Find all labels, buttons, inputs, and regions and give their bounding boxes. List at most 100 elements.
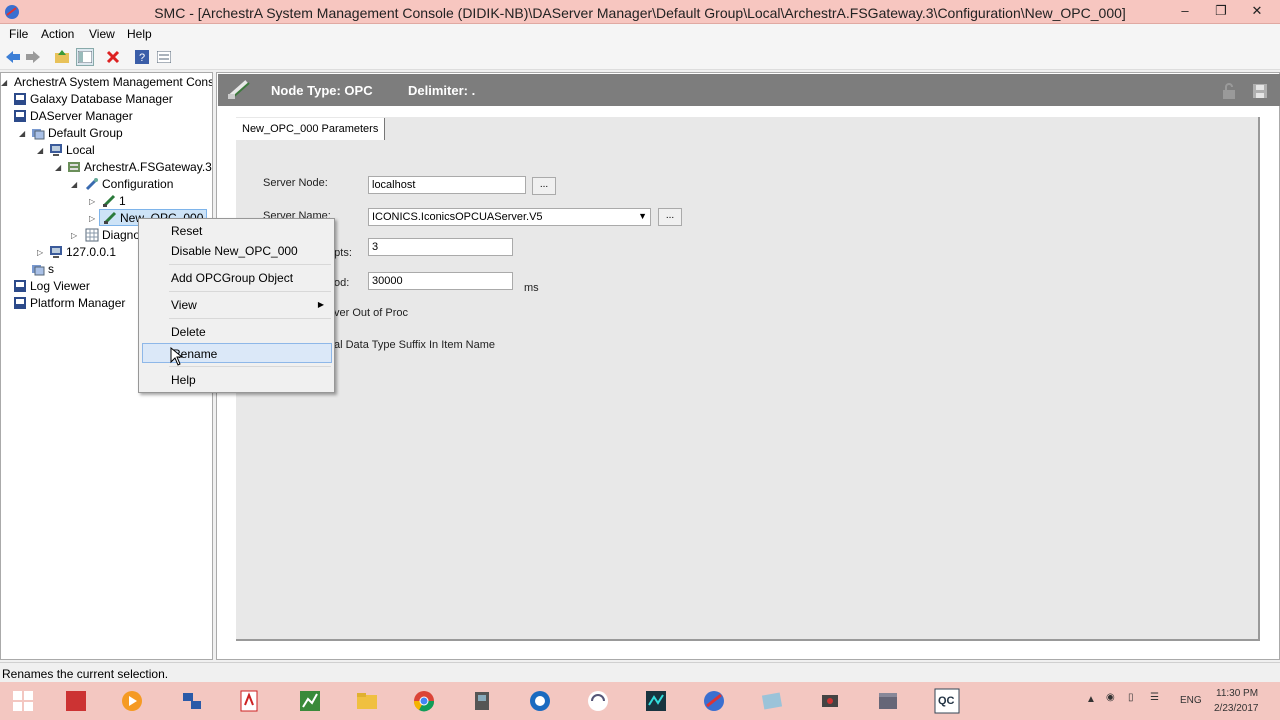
tree-item-configuration[interactable]: Configuration [85,176,173,193]
node-icon [103,211,117,225]
console-icon [13,109,27,123]
collapse-arrow-icon[interactable]: ◢ [55,159,61,176]
server-name-browse-button[interactable]: ... [658,208,682,226]
media-player-icon[interactable] [117,686,147,716]
server-name-dropdown[interactable]: ICONICS.IconicsOPCUAServer.V5 ▼ [368,208,651,226]
lock-icon[interactable] [1221,83,1239,99]
taskbar: QC ▲ ◉ ▯ ☰ ENG 11:30 PM 2/23/2017 [0,682,1280,720]
submenu-arrow-icon: ▶ [317,300,324,309]
back-arrow-icon[interactable] [4,48,22,66]
tree-item-ip-node[interactable]: 127.0.0.1 [49,244,116,261]
show-tree-icon[interactable] [76,48,94,66]
device-app-icon[interactable] [467,686,497,716]
tree-item-log-viewer[interactable]: Log Viewer [13,278,90,295]
tree-item-fsgateway[interactable]: ArchestrA.FSGateway.3 [67,159,212,176]
pdf-icon[interactable] [234,686,264,716]
tree-item-root[interactable]: ◢ ArchestrA System Management Console [1,74,212,91]
qc-app-icon[interactable]: QC [932,686,962,716]
period-field[interactable]: 30000 [368,272,513,290]
configuration-icon [85,177,99,191]
menu-item-view[interactable]: View ▶ [142,295,332,315]
clock-time[interactable]: 11:30 PM [1216,688,1258,699]
menu-item-add-opcgroup[interactable]: Add OPCGroup Object [142,268,332,288]
collapse-arrow-icon[interactable]: ◢ [37,142,43,159]
folder-icon[interactable] [352,686,382,716]
input-language[interactable]: ENG [1180,695,1202,706]
menu-separator [169,291,331,292]
expand-arrow-icon[interactable]: ▷ [37,244,43,261]
group-icon [31,126,45,140]
menu-item-delete[interactable]: Delete [142,322,332,342]
window-title: SMC - [ArchestrA System Management Conso… [154,5,1126,21]
menu-separator [169,366,331,367]
package-app-icon[interactable] [873,686,903,716]
chart-app-icon[interactable] [295,686,325,716]
collapse-arrow-icon[interactable]: ◢ [1,74,7,91]
menu-item-disable[interactable]: Disable New_OPC_000 [142,241,332,261]
tree-item-daserver[interactable]: DAServer Manager [13,108,133,125]
tree-item-local[interactable]: Local [49,142,95,159]
tree-item-s[interactable]: s [31,261,54,278]
tree-item-node-1[interactable]: 1 [102,193,126,210]
app-icon-1[interactable] [61,686,91,716]
toolbar: ? [0,44,1280,70]
tree-item-platform-manager[interactable]: Platform Manager [13,295,125,312]
maximize-button[interactable]: ❐ [1204,0,1238,24]
tray-app-icon[interactable]: ◉ [1106,692,1115,703]
menu-item-help[interactable]: Help [142,370,332,390]
tablet-app-icon[interactable] [757,686,787,716]
help-icon[interactable]: ? [133,48,151,66]
computer-icon [49,143,63,157]
collapse-arrow-icon[interactable]: ◢ [71,176,77,193]
delimiter-label: Delimiter: . [408,83,476,98]
svg-text:?: ? [139,52,145,64]
wave-app-icon[interactable] [583,686,613,716]
delete-icon[interactable] [104,48,122,66]
expand-arrow-icon[interactable]: ▷ [89,210,95,227]
forward-arrow-icon[interactable] [24,48,42,66]
menu-file[interactable]: File [9,27,28,41]
menu-item-reset[interactable]: Reset [142,221,332,241]
status-text: Renames the current selection. [2,667,169,681]
group-icon [31,262,45,276]
chrome-icon[interactable] [409,686,439,716]
server-name-value: ICONICS.IconicsOPCUAServer.V5 [372,211,543,223]
archestra-icon[interactable] [699,686,729,716]
computer-icon [49,245,63,259]
attempts-field[interactable]: 3 [368,238,513,256]
period-label: od: [334,277,350,289]
opc-node-icon [228,80,250,99]
menu-view[interactable]: View [89,27,115,41]
expand-arrow-icon[interactable]: ▷ [89,193,95,210]
period-unit: ms [524,282,539,294]
server-node-field[interactable]: localhost [368,176,526,194]
menu-action[interactable]: Action [41,27,74,41]
server-node-browse-button[interactable]: ... [532,177,556,195]
parameters-tab-page [236,117,1260,641]
tray-expand-icon[interactable]: ▲ [1086,694,1096,705]
terminal-app-icon[interactable] [641,686,671,716]
tree-item-galaxy[interactable]: Galaxy Database Manager [13,91,173,108]
network-app-icon[interactable] [177,686,207,716]
save-icon[interactable] [1252,83,1268,99]
tray-device-icon[interactable]: ▯ [1128,692,1134,703]
close-button[interactable]: ✕ [1240,0,1274,24]
menu-help[interactable]: Help [127,27,152,41]
up-folder-icon[interactable] [53,48,71,66]
properties-icon[interactable] [155,48,173,66]
node-header: Node Type: OPC Delimiter: . [218,74,1280,106]
node-type-label: Node Type: OPC [271,83,373,98]
menu-separator [169,318,331,319]
tool-app-icon[interactable] [815,686,845,716]
tab-parameters[interactable]: New_OPC_000 Parameters [236,118,386,140]
dropdown-arrow-icon[interactable]: ▼ [638,211,647,221]
minimize-button[interactable]: – [1168,0,1202,24]
clock-date[interactable]: 2/23/2017 [1214,703,1259,714]
windows-start-icon[interactable] [8,686,38,716]
expand-arrow-icon[interactable]: ▷ [71,227,77,244]
wifi-icon[interactable]: ☰ [1150,692,1159,703]
tree-item-default-group[interactable]: Default Group [31,125,123,142]
circular-app-icon[interactable] [525,686,555,716]
node-icon [102,194,116,208]
collapse-arrow-icon[interactable]: ◢ [19,125,25,142]
